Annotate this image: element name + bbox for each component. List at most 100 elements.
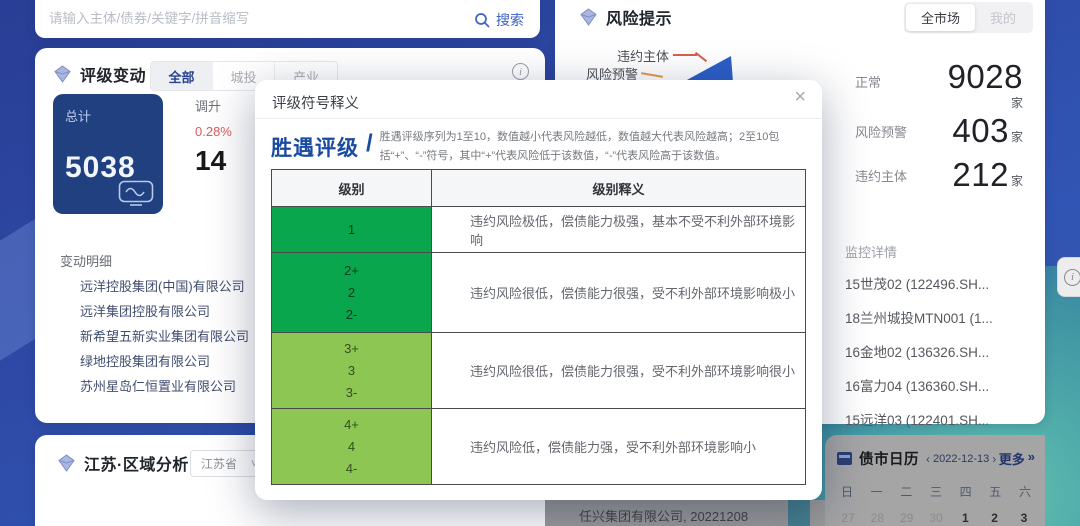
stat-default: 违约主体 212 家 (855, 156, 1023, 194)
prev-date-icon[interactable]: ‹ (926, 452, 930, 466)
list-item[interactable]: 16金地02 (136326.SH... (845, 336, 1031, 370)
more-label: 更多 (999, 449, 1025, 468)
rating-table: 级别 级别释义 1 违约风险极低，偿债能力极强，基本不受不利外部环境影响 2+ … (271, 169, 806, 485)
weekday: 五 (989, 483, 1001, 500)
pie-leader-line (641, 72, 663, 78)
info-icon: i (1064, 269, 1080, 286)
weekday: 六 (1019, 483, 1031, 500)
level-value: 2 (348, 285, 355, 300)
level-cell: 1 (272, 207, 432, 252)
market-filter: 全市场 我的 (904, 2, 1033, 33)
dimmed-news-panel: 任兴集团有限公司, 20221208 (545, 500, 788, 526)
brand-row: 胜遇评级 / 胜遇评级序列为1至10，数值越小代表风险越低，数值越大代表风险越高… (271, 128, 806, 167)
calendar-icon (837, 452, 852, 465)
level-value: 1 (348, 222, 355, 237)
calendar-day[interactable]: 30 (929, 511, 943, 525)
level-cell: 3+ 3 3- (272, 333, 432, 408)
info-icon[interactable]: i (512, 63, 529, 80)
divider (255, 118, 822, 119)
next-date-icon[interactable]: › (992, 452, 996, 466)
calendar-weekdays: 日 一 二 三 四 五 六 (841, 483, 1031, 500)
rating-panel-header: 评级变动 (53, 62, 146, 86)
calendar-day[interactable]: 28 (870, 511, 884, 525)
pie-chart-fragment (685, 54, 733, 82)
gem-icon (53, 65, 72, 83)
slash-divider: / (366, 130, 373, 158)
level-value: 4- (346, 461, 358, 476)
level-value: 3+ (344, 341, 359, 356)
list-item[interactable]: 18兰州城投MTN001 (1... (845, 302, 1031, 336)
stat-value: 403 (952, 112, 1009, 150)
calendar-day[interactable]: 29 (900, 511, 914, 525)
calendar-day[interactable]: 3 (1017, 511, 1031, 525)
level-meaning: 违约风险极低，偿债能力极强，基本不受不利外部环境影响 (432, 207, 805, 252)
level-meaning: 违约风险很低，偿债能力很强，受不利外部环境影响极小 (432, 253, 805, 332)
background-gap (810, 500, 825, 526)
pie-label-default: 违约主体 (617, 46, 669, 65)
gem-icon (57, 454, 76, 472)
tab-all[interactable]: 全部 (151, 62, 213, 90)
search-button[interactable]: 搜索 (474, 10, 524, 30)
weekday: 三 (930, 483, 942, 500)
wave-chart-icon (118, 180, 154, 206)
news-item[interactable]: 任兴集团有限公司, 20221208 (579, 506, 748, 525)
dashboard-stage: 搜索 评级变动 全部 城投 产业 i 总计 5038 调升 (0, 0, 1080, 526)
stat-normal: 正常 9028 家 (855, 58, 1023, 111)
filter-whole-market[interactable]: 全市场 (906, 4, 975, 31)
floating-info-button[interactable]: i (1057, 257, 1080, 297)
level-value: 3- (346, 385, 358, 400)
stat-unit: 家 (1011, 172, 1023, 189)
level-value: 3 (348, 363, 355, 378)
bond-list: 15世茂02 (122496.SH... 18兰州城投MTN001 (1... … (845, 268, 1031, 438)
weekday: 一 (871, 483, 883, 500)
rating-legend-modal: 评级符号释义 × 胜遇评级 / 胜遇评级序列为1至10，数值越小代表风险越低，数… (255, 80, 822, 500)
double-chevron-icon: » (1028, 449, 1035, 468)
list-item[interactable]: 15世茂02 (122496.SH... (845, 268, 1031, 302)
search-input[interactable] (49, 6, 474, 30)
calendar-title: 债市日历 (859, 448, 919, 469)
modal-title: 评级符号释义 (272, 92, 359, 113)
level-meaning: 违约风险低，偿债能力强，受不利外部环境影响小 (432, 409, 805, 484)
total-label: 总计 (65, 106, 151, 125)
monitor-detail-label: 监控详情 (845, 242, 897, 261)
risk-panel-title: 风险提示 (606, 5, 672, 29)
rating-panel-title: 评级变动 (80, 62, 146, 86)
level-value: 4+ (344, 417, 359, 432)
level-value: 2+ (344, 263, 359, 278)
weekday: 二 (900, 483, 912, 500)
stat-value: 9028 (948, 58, 1023, 96)
search-button-label: 搜索 (496, 10, 524, 30)
calendar-more-link[interactable]: 更多 » (999, 449, 1035, 468)
stat-value: 212 (952, 156, 1009, 194)
stat-unit: 家 (1011, 128, 1023, 145)
stat-label: 违约主体 (855, 166, 907, 185)
table-header-row: 级别 级别释义 (272, 170, 805, 206)
table-row: 2+ 2 2- 违约风险很低，偿债能力很强，受不利外部环境影响极小 (272, 252, 805, 332)
region-panel-header: 江苏·区域分析 (57, 451, 189, 475)
risk-panel-header: 风险提示 (579, 5, 672, 29)
table-row: 3+ 3 3- 违约风险很低，偿债能力很强，受不利外部环境影响很小 (272, 332, 805, 408)
total-card[interactable]: 总计 5038 (53, 94, 163, 214)
calendar-date-nav: ‹ 2022-12-13 › (926, 452, 996, 466)
close-icon[interactable]: × (794, 87, 806, 107)
gem-icon (579, 8, 598, 26)
calendar-day[interactable]: 2 (988, 511, 1002, 525)
calendar-day[interactable]: 27 (841, 511, 855, 525)
weekday: 四 (960, 483, 972, 500)
search-bar: 搜索 (35, 0, 540, 38)
stat-warning: 风险预警 403 家 (855, 112, 1023, 150)
calendar-day[interactable]: 1 (958, 511, 972, 525)
filter-mine[interactable]: 我的 (975, 4, 1031, 31)
stat-unit: 家 (1011, 94, 1023, 111)
list-item[interactable]: 15远洋03 (122401.SH... (845, 404, 1031, 438)
region-panel-title: 江苏·区域分析 (84, 451, 189, 475)
bond-calendar-panel: 债市日历 ‹ 2022-12-13 › 更多 » 日 一 二 三 四 五 六 2… (825, 435, 1045, 526)
calendar-date: 2022-12-13 (933, 453, 989, 465)
table-row: 4+ 4 4- 违约风险低，偿债能力强，受不利外部环境影响小 (272, 408, 805, 484)
change-detail-label: 变动明细 (60, 251, 112, 270)
brand-description: 胜遇评级序列为1至10，数值越小代表风险越低，数值越大代表风险越高；2至10包括… (380, 128, 806, 167)
level-cell: 2+ 2 2- (272, 253, 432, 332)
column-header-level: 级别 (272, 170, 432, 206)
list-item[interactable]: 16富力04 (136360.SH... (845, 370, 1031, 404)
brand-name: 胜遇评级 (271, 132, 359, 162)
